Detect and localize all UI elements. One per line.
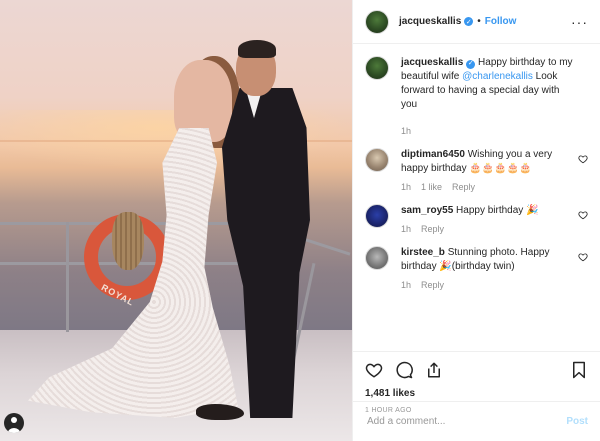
author-username[interactable]: jacqueskallis — [399, 16, 461, 27]
commenter-avatar[interactable] — [365, 148, 389, 172]
comment-time: 1h — [401, 224, 412, 234]
action-icons — [365, 360, 588, 380]
comment-time: 1h — [401, 280, 412, 290]
mention-link[interactable]: @charlenekallis — [462, 71, 533, 82]
comment-item: diptiman6450 Wishing you a very happy bi… — [365, 148, 588, 192]
verified-badge-icon: ✓ — [464, 17, 474, 26]
post-caption: jacqueskallis ✓ Happy birthday to my beau… — [365, 56, 588, 136]
separator-dot: • — [477, 16, 481, 27]
like-count[interactable]: 1,481 likes — [365, 388, 588, 399]
share-icon[interactable] — [425, 361, 443, 379]
comments-list[interactable]: jacqueskallis ✓ Happy birthday to my beau… — [353, 44, 600, 351]
reply-button[interactable]: Reply — [452, 182, 475, 192]
comment-meta: 1h 1 like Reply — [401, 182, 577, 192]
comment-username[interactable]: diptiman6450 — [401, 149, 465, 160]
comment-meta: 1h Reply — [401, 280, 577, 290]
heart-icon[interactable] — [365, 361, 383, 379]
heart-icon[interactable] — [578, 210, 588, 220]
comment-text: sam_roy55 Happy birthday 🎉 — [401, 204, 577, 218]
verified-badge-icon: ✓ — [466, 59, 476, 69]
commenter-avatar[interactable] — [365, 204, 389, 228]
author-avatar[interactable] — [365, 56, 389, 80]
post-sidebar: jacqueskallis ✓ • Follow ··· jacqueskall… — [352, 0, 600, 441]
comment-meta: 1h Reply — [401, 224, 577, 234]
rope-coil — [112, 212, 144, 270]
comment-icon[interactable] — [395, 361, 413, 379]
bookmark-icon[interactable] — [570, 361, 588, 379]
commenter-avatar[interactable] — [365, 246, 389, 270]
instagram-post: ROYAL jacqueskallis ✓ • Follow ··· jacqu… — [0, 0, 600, 441]
heart-icon[interactable] — [578, 154, 588, 164]
caption-username[interactable]: jacqueskallis — [401, 57, 463, 68]
post-comment-button[interactable]: Post — [566, 416, 588, 427]
comment-username[interactable]: kirstee_b — [401, 247, 445, 258]
caption-text: jacqueskallis ✓ Happy birthday to my beau… — [401, 56, 577, 112]
caption-meta: 1h — [401, 126, 577, 136]
comment-text: kirstee_b Stunning photo. Happy birthday… — [401, 246, 577, 274]
comment-item: kirstee_b Stunning photo. Happy birthday… — [365, 246, 588, 290]
comment-item: sam_roy55 Happy birthday 🎉 1h Reply — [365, 204, 588, 234]
reply-button[interactable]: Reply — [421, 280, 444, 290]
author-avatar[interactable] — [365, 9, 389, 34]
comment-time: 1h — [401, 182, 412, 192]
heart-icon[interactable] — [578, 252, 588, 262]
caption-time: 1h — [401, 126, 412, 136]
comment-body: Happy birthday 🎉 — [456, 205, 539, 216]
groom-hair — [238, 40, 276, 58]
rail-post — [66, 222, 69, 332]
user-tag-icon[interactable] — [4, 413, 24, 433]
groom-shoe — [196, 404, 244, 420]
post-header: jacqueskallis ✓ • Follow ··· — [353, 0, 600, 44]
comment-input[interactable] — [365, 415, 567, 428]
post-photo[interactable]: ROYAL — [0, 0, 352, 441]
reply-button[interactable]: Reply — [421, 224, 444, 234]
comment-text: diptiman6450 Wishing you a very happy bi… — [401, 148, 577, 176]
comment-username[interactable]: sam_roy55 — [401, 205, 453, 216]
more-options-icon[interactable]: ··· — [571, 15, 588, 29]
follow-button[interactable]: Follow — [485, 16, 517, 27]
add-comment-bar: Post — [353, 401, 600, 441]
comment-like-count[interactable]: 1 like — [421, 182, 442, 192]
